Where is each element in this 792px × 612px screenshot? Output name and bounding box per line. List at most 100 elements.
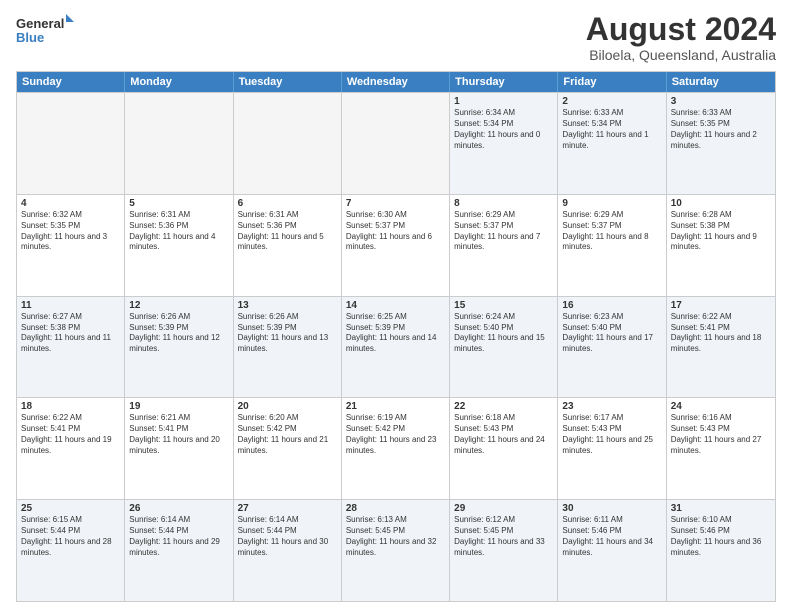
calendar-cell: 2Sunrise: 6:33 AM Sunset: 5:34 PM Daylig… [558,93,666,194]
day-number: 7 [346,198,445,209]
day-info: Sunrise: 6:16 AM Sunset: 5:43 PM Dayligh… [671,413,771,456]
calendar-cell: 18Sunrise: 6:22 AM Sunset: 5:41 PM Dayli… [17,398,125,499]
day-number: 17 [671,300,771,311]
day-number: 23 [562,401,661,412]
calendar-cell: 17Sunrise: 6:22 AM Sunset: 5:41 PM Dayli… [667,297,775,398]
calendar-cell: 30Sunrise: 6:11 AM Sunset: 5:46 PM Dayli… [558,500,666,601]
day-info: Sunrise: 6:30 AM Sunset: 5:37 PM Dayligh… [346,210,445,253]
day-number: 13 [238,300,337,311]
day-info: Sunrise: 6:27 AM Sunset: 5:38 PM Dayligh… [21,312,120,355]
calendar-cell [17,93,125,194]
calendar-cell: 15Sunrise: 6:24 AM Sunset: 5:40 PM Dayli… [450,297,558,398]
day-info: Sunrise: 6:33 AM Sunset: 5:35 PM Dayligh… [671,108,771,151]
calendar-cell: 10Sunrise: 6:28 AM Sunset: 5:38 PM Dayli… [667,195,775,296]
page-header: General Blue August 2024 Biloela, Queens… [16,12,776,63]
day-info: Sunrise: 6:29 AM Sunset: 5:37 PM Dayligh… [454,210,553,253]
day-info: Sunrise: 6:20 AM Sunset: 5:42 PM Dayligh… [238,413,337,456]
day-number: 1 [454,96,553,107]
day-info: Sunrise: 6:13 AM Sunset: 5:45 PM Dayligh… [346,515,445,558]
calendar-header-cell: Wednesday [342,72,450,92]
calendar-cell: 1Sunrise: 6:34 AM Sunset: 5:34 PM Daylig… [450,93,558,194]
day-number: 6 [238,198,337,209]
calendar-cell: 25Sunrise: 6:15 AM Sunset: 5:44 PM Dayli… [17,500,125,601]
day-number: 19 [129,401,228,412]
day-number: 5 [129,198,228,209]
day-info: Sunrise: 6:32 AM Sunset: 5:35 PM Dayligh… [21,210,120,253]
day-info: Sunrise: 6:22 AM Sunset: 5:41 PM Dayligh… [671,312,771,355]
calendar-cell: 26Sunrise: 6:14 AM Sunset: 5:44 PM Dayli… [125,500,233,601]
calendar-cell: 24Sunrise: 6:16 AM Sunset: 5:43 PM Dayli… [667,398,775,499]
day-info: Sunrise: 6:26 AM Sunset: 5:39 PM Dayligh… [129,312,228,355]
day-info: Sunrise: 6:19 AM Sunset: 5:42 PM Dayligh… [346,413,445,456]
day-number: 16 [562,300,661,311]
day-number: 4 [21,198,120,209]
day-number: 29 [454,503,553,514]
calendar-body: 1Sunrise: 6:34 AM Sunset: 5:34 PM Daylig… [17,92,775,601]
day-number: 8 [454,198,553,209]
calendar-row: 1Sunrise: 6:34 AM Sunset: 5:34 PM Daylig… [17,92,775,194]
day-info: Sunrise: 6:12 AM Sunset: 5:45 PM Dayligh… [454,515,553,558]
calendar-cell: 11Sunrise: 6:27 AM Sunset: 5:38 PM Dayli… [17,297,125,398]
day-number: 18 [21,401,120,412]
calendar-row: 11Sunrise: 6:27 AM Sunset: 5:38 PM Dayli… [17,296,775,398]
day-info: Sunrise: 6:23 AM Sunset: 5:40 PM Dayligh… [562,312,661,355]
calendar-header-cell: Tuesday [234,72,342,92]
svg-text:General: General [16,16,64,31]
calendar-row: 4Sunrise: 6:32 AM Sunset: 5:35 PM Daylig… [17,194,775,296]
day-number: 9 [562,198,661,209]
day-info: Sunrise: 6:10 AM Sunset: 5:46 PM Dayligh… [671,515,771,558]
subtitle: Biloela, Queensland, Australia [586,47,776,63]
calendar-cell: 29Sunrise: 6:12 AM Sunset: 5:45 PM Dayli… [450,500,558,601]
day-info: Sunrise: 6:11 AM Sunset: 5:46 PM Dayligh… [562,515,661,558]
calendar-cell: 14Sunrise: 6:25 AM Sunset: 5:39 PM Dayli… [342,297,450,398]
calendar: SundayMondayTuesdayWednesdayThursdayFrid… [16,71,776,602]
day-number: 14 [346,300,445,311]
day-number: 26 [129,503,228,514]
day-info: Sunrise: 6:22 AM Sunset: 5:41 PM Dayligh… [21,413,120,456]
day-info: Sunrise: 6:31 AM Sunset: 5:36 PM Dayligh… [129,210,228,253]
calendar-cell: 22Sunrise: 6:18 AM Sunset: 5:43 PM Dayli… [450,398,558,499]
calendar-cell: 23Sunrise: 6:17 AM Sunset: 5:43 PM Dayli… [558,398,666,499]
logo-svg: General Blue [16,12,76,52]
calendar-cell: 8Sunrise: 6:29 AM Sunset: 5:37 PM Daylig… [450,195,558,296]
calendar-cell: 4Sunrise: 6:32 AM Sunset: 5:35 PM Daylig… [17,195,125,296]
calendar-cell: 13Sunrise: 6:26 AM Sunset: 5:39 PM Dayli… [234,297,342,398]
day-info: Sunrise: 6:14 AM Sunset: 5:44 PM Dayligh… [129,515,228,558]
calendar-cell: 16Sunrise: 6:23 AM Sunset: 5:40 PM Dayli… [558,297,666,398]
calendar-header-cell: Sunday [17,72,125,92]
day-number: 3 [671,96,771,107]
day-info: Sunrise: 6:29 AM Sunset: 5:37 PM Dayligh… [562,210,661,253]
day-number: 10 [671,198,771,209]
calendar-cell: 3Sunrise: 6:33 AM Sunset: 5:35 PM Daylig… [667,93,775,194]
day-info: Sunrise: 6:15 AM Sunset: 5:44 PM Dayligh… [21,515,120,558]
day-info: Sunrise: 6:33 AM Sunset: 5:34 PM Dayligh… [562,108,661,151]
day-number: 2 [562,96,661,107]
calendar-cell: 20Sunrise: 6:20 AM Sunset: 5:42 PM Dayli… [234,398,342,499]
day-info: Sunrise: 6:18 AM Sunset: 5:43 PM Dayligh… [454,413,553,456]
calendar-header: SundayMondayTuesdayWednesdayThursdayFrid… [17,72,775,92]
day-info: Sunrise: 6:31 AM Sunset: 5:36 PM Dayligh… [238,210,337,253]
day-info: Sunrise: 6:28 AM Sunset: 5:38 PM Dayligh… [671,210,771,253]
calendar-header-cell: Monday [125,72,233,92]
day-info: Sunrise: 6:26 AM Sunset: 5:39 PM Dayligh… [238,312,337,355]
calendar-cell: 21Sunrise: 6:19 AM Sunset: 5:42 PM Dayli… [342,398,450,499]
calendar-cell [342,93,450,194]
calendar-cell: 9Sunrise: 6:29 AM Sunset: 5:37 PM Daylig… [558,195,666,296]
calendar-cell: 27Sunrise: 6:14 AM Sunset: 5:44 PM Dayli… [234,500,342,601]
svg-text:Blue: Blue [16,30,44,45]
title-block: August 2024 Biloela, Queensland, Austral… [586,12,776,63]
day-info: Sunrise: 6:14 AM Sunset: 5:44 PM Dayligh… [238,515,337,558]
day-number: 11 [21,300,120,311]
day-number: 27 [238,503,337,514]
calendar-header-cell: Friday [558,72,666,92]
day-number: 28 [346,503,445,514]
calendar-cell: 31Sunrise: 6:10 AM Sunset: 5:46 PM Dayli… [667,500,775,601]
day-info: Sunrise: 6:21 AM Sunset: 5:41 PM Dayligh… [129,413,228,456]
day-number: 25 [21,503,120,514]
day-number: 21 [346,401,445,412]
calendar-cell: 7Sunrise: 6:30 AM Sunset: 5:37 PM Daylig… [342,195,450,296]
calendar-cell [234,93,342,194]
day-number: 24 [671,401,771,412]
day-number: 31 [671,503,771,514]
calendar-cell: 28Sunrise: 6:13 AM Sunset: 5:45 PM Dayli… [342,500,450,601]
